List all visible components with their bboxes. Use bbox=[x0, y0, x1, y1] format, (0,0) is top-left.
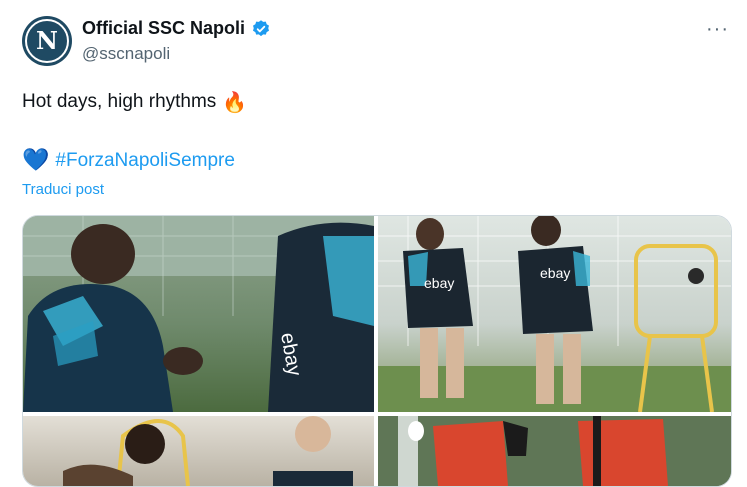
more-options-icon[interactable]: ··· bbox=[706, 18, 729, 41]
media-grid: ebay ebay ebay bbox=[22, 215, 732, 487]
translate-post-link[interactable]: Traduci post bbox=[22, 181, 104, 198]
fire-emoji: 🔥 bbox=[222, 90, 248, 114]
photo-players-with-equipment[interactable] bbox=[23, 416, 374, 486]
photo-two-players-training[interactable]: ebay ebay bbox=[378, 216, 731, 412]
photo-handshake[interactable]: ebay bbox=[23, 216, 374, 412]
photo-equipment-illustration bbox=[63, 416, 353, 486]
photo-handshake-illustration: ebay bbox=[23, 216, 374, 412]
svg-text:ebay: ebay bbox=[540, 265, 570, 281]
photo-goalkeepers-illustration bbox=[378, 416, 731, 486]
svg-text:ebay: ebay bbox=[424, 275, 454, 291]
author-row: Official SSC Napoli bbox=[82, 18, 271, 39]
hashtag-row: 💙 #ForzaNapoliSempre bbox=[22, 148, 235, 173]
tweet-text-line: Hot days, high rhythms 🔥 bbox=[22, 90, 247, 114]
photo-training-illustration: ebay ebay bbox=[378, 216, 731, 412]
avatar[interactable]: N bbox=[22, 16, 72, 66]
author-handle[interactable]: @sscnapoli bbox=[82, 44, 170, 64]
author-name[interactable]: Official SSC Napoli bbox=[82, 18, 245, 39]
hashtag-link[interactable]: #ForzaNapoliSempre bbox=[55, 150, 235, 172]
photo-goalkeepers[interactable] bbox=[378, 416, 731, 486]
avatar-logo-letter: N bbox=[36, 26, 58, 55]
blue-heart-emoji: 💙 bbox=[22, 148, 50, 173]
verified-badge-icon[interactable] bbox=[251, 19, 271, 39]
tweet-text: Hot days, high rhythms bbox=[22, 91, 217, 112]
